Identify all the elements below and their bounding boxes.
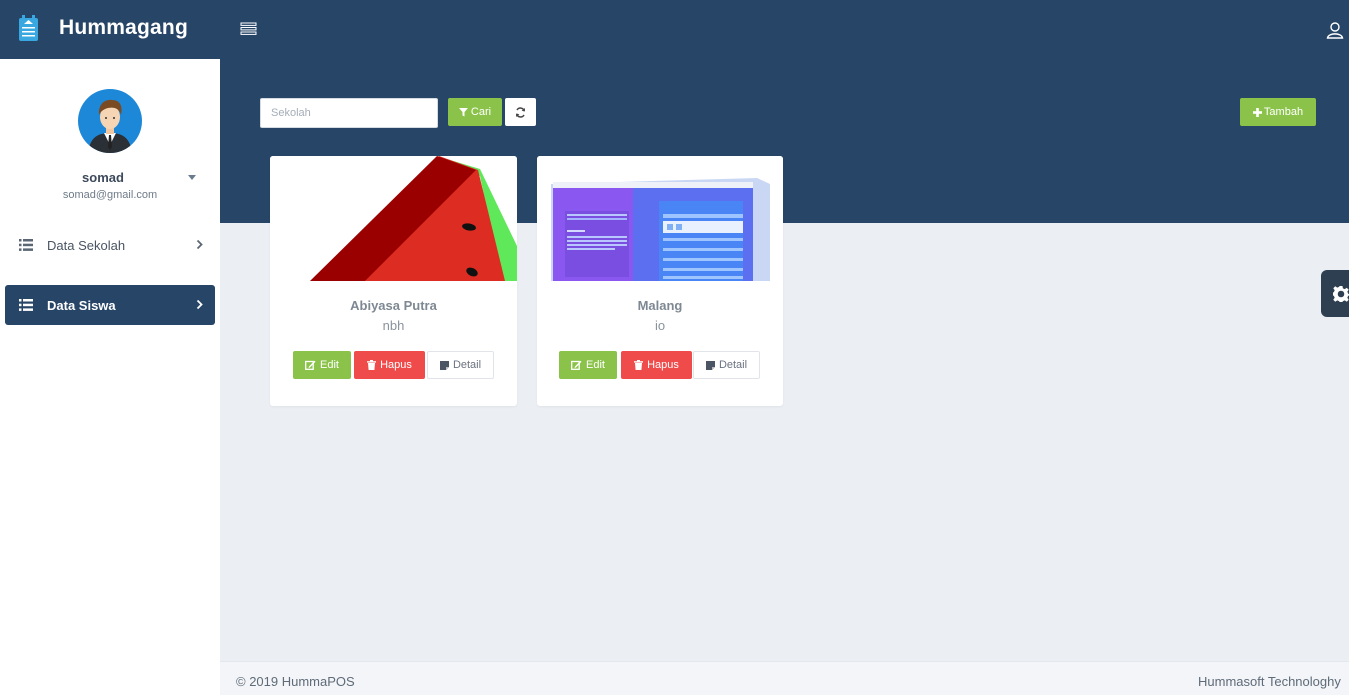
detail-label: Detail	[452, 359, 482, 371]
profile-name: somad	[82, 170, 124, 185]
tambah-button[interactable]: Tambah	[1240, 98, 1316, 126]
sidebar-item-data-siswa[interactable]: Data Siswa	[5, 285, 215, 325]
detail-button[interactable]: Detail	[693, 351, 760, 379]
student-card: Abiyasa Putra nbh Edit Hapus Detail	[270, 156, 517, 406]
search-input[interactable]	[260, 98, 438, 128]
trash-icon	[367, 360, 377, 370]
card-subtitle: io	[654, 318, 666, 333]
edit-icon	[571, 360, 582, 370]
edit-button[interactable]: Edit	[293, 351, 351, 379]
gear-icon	[1333, 286, 1349, 302]
sidebar-item-label: Data Sekolah	[47, 237, 126, 253]
card-image-dashboard-screenshot	[537, 156, 783, 281]
profile-dropdown-caret-icon[interactable]	[188, 175, 196, 180]
card-subtitle: nbh	[382, 318, 405, 333]
avatar[interactable]	[78, 89, 142, 153]
trash-icon	[634, 360, 644, 370]
sidebar-item-data-sekolah[interactable]: Data Sekolah	[5, 225, 215, 265]
detail-button[interactable]: Detail	[427, 351, 494, 379]
hapus-button[interactable]: Hapus	[354, 351, 425, 379]
card-title: Malang	[637, 298, 683, 313]
sidebar: somad somad@gmail.com Data Sekolah Data …	[0, 59, 220, 695]
brand-name: Hummagang	[59, 16, 188, 39]
cari-button[interactable]: Cari	[448, 98, 502, 126]
chevron-right-icon	[196, 299, 203, 310]
user-account-icon[interactable]	[1326, 21, 1344, 39]
edit-label: Edit	[586, 359, 605, 371]
sidebar-item-label: Data Siswa	[47, 297, 116, 313]
school-logo-icon	[19, 15, 38, 41]
note-icon	[439, 360, 449, 370]
note-icon	[705, 360, 715, 370]
card-title: Abiyasa Putra	[350, 298, 437, 313]
list-icon	[19, 239, 33, 251]
refresh-button[interactable]	[505, 98, 536, 126]
footer: © 2019 HummaPOS Hummasoft Technologhy	[220, 661, 1349, 695]
hapus-button[interactable]: Hapus	[621, 351, 692, 379]
menu-toggle-icon[interactable]	[240, 22, 260, 38]
refresh-icon	[515, 106, 526, 118]
hapus-label: Hapus	[380, 359, 412, 371]
edit-button[interactable]: Edit	[559, 351, 617, 379]
hapus-label: Hapus	[647, 359, 679, 371]
card-image-watermelon	[270, 156, 517, 281]
tambah-label: Tambah	[1263, 106, 1304, 118]
footer-company: Hummasoft Technologhy	[1198, 674, 1341, 689]
filter-icon	[458, 107, 468, 116]
chevron-right-icon	[196, 239, 203, 250]
top-navbar: Hummagang	[0, 0, 1349, 59]
settings-panel-toggle[interactable]	[1321, 270, 1349, 317]
profile-email: somad@gmail.com	[62, 189, 158, 201]
footer-copyright: © 2019 HummaPOS	[236, 674, 355, 689]
list-icon	[19, 299, 33, 311]
edit-icon	[305, 360, 316, 370]
cari-label: Cari	[470, 106, 492, 118]
detail-label: Detail	[718, 359, 748, 371]
student-card: Malang io Edit Hapus Detail	[537, 156, 783, 406]
edit-label: Edit	[320, 359, 339, 371]
plus-icon	[1252, 107, 1262, 117]
